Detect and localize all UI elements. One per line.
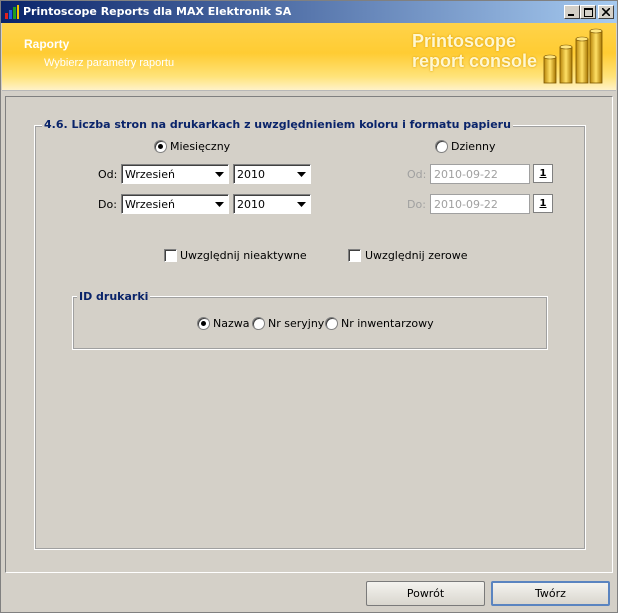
printer-id-serial-label[interactable]: Nr seryjny xyxy=(268,317,324,330)
printer-id-inventory-label[interactable]: Nr inwentarzowy xyxy=(341,317,434,330)
to-calendar-button[interactable]: 1 xyxy=(533,194,553,213)
to-year-value: 2010 xyxy=(237,198,265,211)
title-bar[interactable]: Printoscope Reports dla MAX Elektronik S… xyxy=(1,1,617,23)
daily-from-date-field[interactable]: 2010-09-22 xyxy=(430,164,530,184)
chevron-down-icon[interactable] xyxy=(293,196,309,212)
close-button[interactable] xyxy=(598,5,614,19)
include-zero-label[interactable]: Uwzględnij zerowe xyxy=(365,249,468,262)
daily-radio-label[interactable]: Dzienny xyxy=(451,140,496,153)
from-calendar-button[interactable]: 1 xyxy=(533,164,553,183)
header-banner: Raporty Wybierz parametry raportu Printo… xyxy=(2,23,616,91)
printer-id-title: ID drukarki xyxy=(77,290,151,303)
to-month-select[interactable]: Wrzesień xyxy=(121,194,229,214)
daily-to-date-value: 2010-09-22 xyxy=(434,198,498,211)
printer-id-inventory-radio[interactable] xyxy=(325,317,338,330)
from-year-value: 2010 xyxy=(237,168,265,181)
printer-id-name-radio[interactable] xyxy=(197,317,210,330)
from-month-value: Wrzesień xyxy=(125,168,175,181)
minimize-button[interactable] xyxy=(564,5,580,19)
printoscope-app-icon xyxy=(5,5,19,19)
report-wizard-window: Printoscope Reports dla MAX Elektronik S… xyxy=(0,0,618,613)
monthly-radio[interactable] xyxy=(154,140,167,153)
daily-radio[interactable] xyxy=(435,140,448,153)
include-inactive-label[interactable]: Uwzględnij nieaktywne xyxy=(180,249,307,262)
daily-from-label: Od: xyxy=(407,168,427,181)
report-title: 4.6. Liczba stron na drukarkach z uwzglę… xyxy=(42,118,513,131)
chevron-down-icon[interactable] xyxy=(211,196,227,212)
include-inactive-checkbox[interactable] xyxy=(164,249,177,262)
printer-id-name-label[interactable]: Nazwa xyxy=(213,317,249,330)
brand-tagline: report console xyxy=(412,51,538,71)
daily-from-date-value: 2010-09-22 xyxy=(434,168,498,181)
monthly-to-label: Do: xyxy=(98,198,117,211)
from-month-select[interactable]: Wrzesień xyxy=(121,164,229,184)
content-panel: 4.6. Liczba stron na drukarkach z uwzglę… xyxy=(5,96,613,573)
create-button[interactable]: Twórz xyxy=(491,581,610,606)
banner-subheading: Wybierz parametry raportu xyxy=(44,57,175,69)
close-icon xyxy=(602,8,610,16)
monthly-from-label: Od: xyxy=(98,168,118,181)
minimize-icon xyxy=(568,14,574,16)
banner-heading: Raporty xyxy=(24,37,70,51)
maximize-button[interactable] xyxy=(580,5,596,19)
maximize-icon xyxy=(583,7,593,17)
gold-coins-logo-icon xyxy=(543,28,603,84)
daily-to-label: Do: xyxy=(407,198,426,211)
monthly-radio-label[interactable]: Miesięczny xyxy=(170,140,230,153)
chevron-down-icon[interactable] xyxy=(293,166,309,182)
calendar-icon: 1 xyxy=(539,198,547,209)
to-year-select[interactable]: 2010 xyxy=(233,194,311,214)
include-zero-checkbox[interactable] xyxy=(348,249,361,262)
brand-name: Printoscope xyxy=(412,31,517,51)
to-month-value: Wrzesień xyxy=(125,198,175,211)
window-title: Printoscope Reports dla MAX Elektronik S… xyxy=(23,5,292,18)
chevron-down-icon[interactable] xyxy=(211,166,227,182)
back-button[interactable]: Powrót xyxy=(366,581,485,606)
printer-id-serial-radio[interactable] xyxy=(252,317,265,330)
from-year-select[interactable]: 2010 xyxy=(233,164,311,184)
calendar-icon: 1 xyxy=(539,168,547,179)
daily-to-date-field[interactable]: 2010-09-22 xyxy=(430,194,530,214)
